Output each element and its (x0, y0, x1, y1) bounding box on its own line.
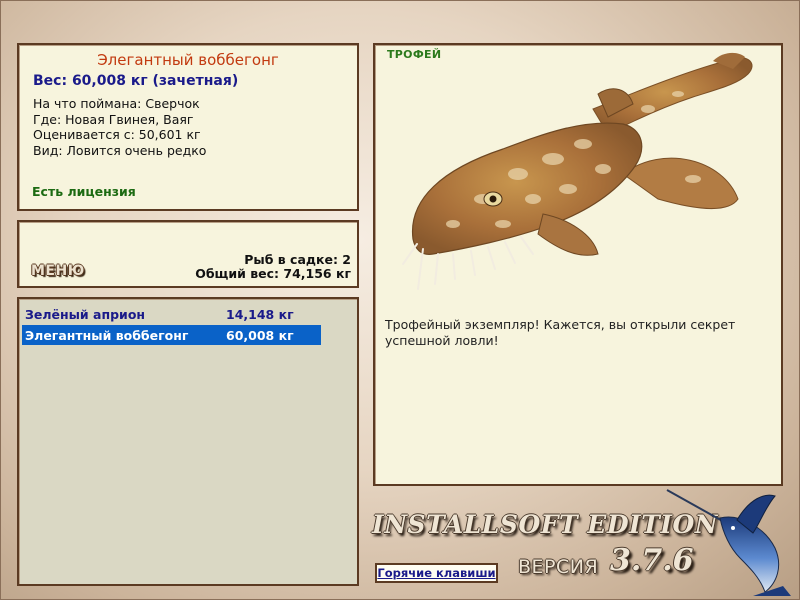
catch-list: Зелёный априон 14,148 кг Элегантный вобб… (17, 297, 359, 586)
hotkeys-button[interactable]: Горячие клавиши (375, 563, 498, 583)
fish-count: Рыб в садке: 2 (244, 252, 351, 267)
fish-info-panel: Элегантный воббегонг Вес: 60,008 кг (зач… (17, 43, 359, 211)
wobbegong-fish-image (402, 52, 753, 290)
license-status: Есть лицензия (32, 184, 136, 199)
fish-weight: Вес: 60,008 кг (зачетная) (33, 73, 239, 89)
trophy-panel: ТРОФЕЙ Трофейный экземпляр! Кажется, вы … (373, 43, 783, 486)
location-info: Где: Новая Гвинея, Ваяг (33, 112, 194, 127)
list-item-selected[interactable]: Элегантный воббегонг 60,008 кг (22, 325, 321, 345)
rarity-info: Вид: Ловится очень редко (33, 143, 207, 158)
list-item[interactable]: Зелёный априон 14,148 кг (22, 304, 321, 324)
version-label: ВЕРСИЯ (518, 556, 599, 578)
keepnet-summary-panel: МЕНЮ Рыб в садке: 2 Общий вес: 74,156 кг (17, 220, 359, 288)
trophy-message: Трофейный экземпляр! Кажется, вы открыли… (385, 317, 736, 348)
catch-weight: 60,008 кг (226, 328, 294, 343)
catch-name: Элегантный воббегонг (25, 328, 189, 343)
marlin-logo-icon (666, 489, 791, 596)
menu-button[interactable]: МЕНЮ (31, 263, 85, 279)
min-weight-info: Оценивается с: 50,601 кг (33, 127, 201, 142)
total-weight: Общий вес: 74,156 кг (195, 266, 351, 281)
catch-weight: 14,148 кг (226, 307, 294, 322)
catch-name: Зелёный априон (25, 307, 146, 322)
bait-info: На что поймана: Сверчок (33, 96, 200, 111)
fish-name-title: Элегантный воббегонг (97, 51, 279, 69)
